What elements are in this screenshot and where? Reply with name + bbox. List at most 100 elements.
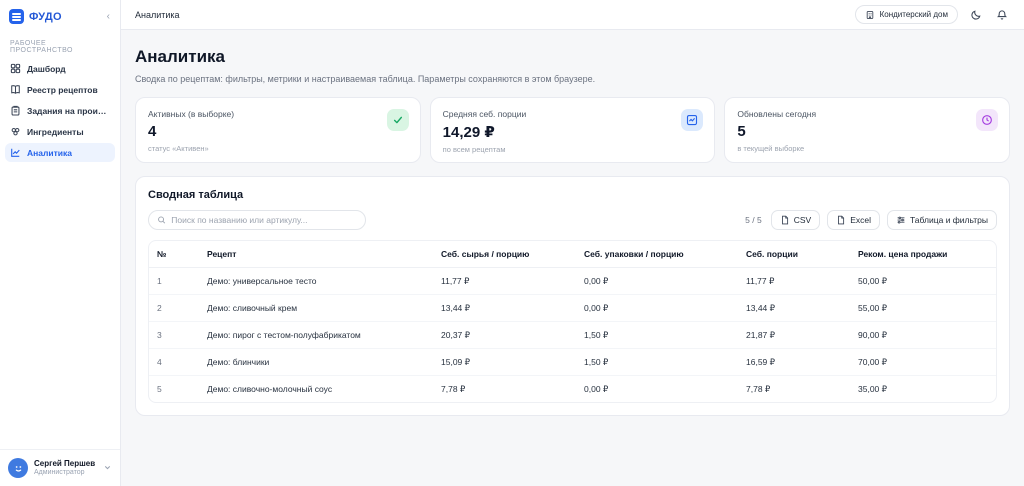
cell-rec-price: 50,00 ₽ — [850, 268, 997, 295]
clock-icon — [976, 109, 998, 131]
cell-portion-cost: 21,87 ₽ — [738, 322, 850, 349]
cell-recipe: Демо: универсальное тесто — [199, 268, 433, 295]
stat-value: 5 — [737, 123, 997, 140]
main-area: Аналитика Кондитерский дом Аналитика Сво… — [121, 0, 1024, 486]
moon-icon — [970, 9, 982, 21]
notifications-button[interactable] — [994, 7, 1010, 23]
sidebar-collapse-button[interactable]: ‹ — [106, 12, 111, 22]
row-count: 5 / 5 — [745, 215, 762, 225]
export-csv-button[interactable]: CSV — [771, 210, 820, 230]
cell-recipe: Демо: сливочно-молочный соус — [199, 376, 433, 403]
sidebar-item-label: Задания на производст... — [27, 106, 110, 116]
search-icon — [157, 215, 166, 225]
cell-pack-cost: 1,50 ₽ — [576, 349, 738, 376]
export-excel-button[interactable]: Excel — [827, 210, 880, 230]
analytics-chart-icon — [10, 147, 21, 158]
cell-portion-cost: 11,77 ₽ — [738, 268, 850, 295]
sidebar-item-production-tasks[interactable]: Задания на производст... — [5, 101, 115, 120]
sidebar-item-label: Ингредиенты — [27, 127, 84, 137]
ingredients-icon — [10, 126, 21, 137]
cell-pack-cost: 0,00 ₽ — [576, 295, 738, 322]
line-chart-icon — [681, 109, 703, 131]
table-filters-button[interactable]: Таблица и фильтры — [887, 210, 997, 230]
export-csv-label: CSV — [794, 215, 811, 225]
cell-rec-price: 35,00 ₽ — [850, 376, 997, 403]
sidebar-item-analytics[interactable]: Аналитика — [5, 143, 115, 162]
cell-rec-price: 70,00 ₽ — [850, 349, 997, 376]
cell-raw-cost: 13,44 ₽ — [433, 295, 576, 322]
table-filters-label: Таблица и фильтры — [910, 215, 988, 225]
building-icon — [865, 10, 875, 20]
column-header: Себ. упаковки / порцию — [576, 241, 738, 268]
recipes-book-icon — [10, 84, 21, 95]
cell-pack-cost: 0,00 ₽ — [576, 376, 738, 403]
cell-num: 1 — [149, 268, 199, 295]
column-header: Реком. цена продажи — [850, 241, 997, 268]
sidebar-nav: Дашборд Реестр рецептов Задания на произ… — [0, 59, 120, 162]
page-subtitle: Сводка по рецептам: фильтры, метрики и н… — [135, 74, 1010, 84]
cell-portion-cost: 16,59 ₽ — [738, 349, 850, 376]
stat-label: Средняя себ. порции — [443, 109, 703, 119]
page-content: Аналитика Сводка по рецептам: фильтры, м… — [121, 30, 1024, 486]
cell-portion-cost: 7,78 ₽ — [738, 376, 850, 403]
cell-raw-cost: 20,37 ₽ — [433, 322, 576, 349]
topbar: Аналитика Кондитерский дом — [121, 0, 1024, 30]
sliders-icon — [896, 215, 906, 225]
breadcrumb: Аналитика — [135, 10, 180, 20]
cell-num: 5 — [149, 376, 199, 403]
sidebar-item-ingredients[interactable]: Ингредиенты — [5, 122, 115, 141]
cell-num: 3 — [149, 322, 199, 349]
pivot-table-panel: Сводная таблица 5 / 5 CSV — [135, 176, 1010, 416]
cell-portion-cost: 13,44 ₽ — [738, 295, 850, 322]
cell-recipe: Демо: сливочный крем — [199, 295, 433, 322]
theme-toggle-button[interactable] — [968, 7, 984, 23]
cell-num: 4 — [149, 349, 199, 376]
stat-value: 4 — [148, 123, 408, 140]
column-header: Рецепт — [199, 241, 433, 268]
table-controls: 5 / 5 CSV Excel Таблица и фильтры — [148, 210, 997, 230]
page-title: Аналитика — [135, 47, 1010, 67]
dashboard-icon — [10, 63, 21, 74]
export-excel-label: Excel — [850, 215, 871, 225]
cell-num: 2 — [149, 295, 199, 322]
avatar — [8, 458, 28, 478]
stat-label: Активных (в выборке) — [148, 109, 408, 119]
data-table: № Рецепт Себ. сырья / порцию Себ. упаков… — [148, 240, 997, 403]
cell-pack-cost: 1,50 ₽ — [576, 322, 738, 349]
user-role: Администратор — [34, 469, 95, 478]
stat-card-active: Активных (в выборке) 4 статус «Активен» — [135, 97, 421, 163]
search-input[interactable] — [171, 215, 357, 225]
stat-label: Обновлены сегодня — [737, 109, 997, 119]
sidebar-section-label: РАБОЧЕЕ ПРОСТРАНСТВО — [0, 32, 120, 59]
cell-raw-cost: 15,09 ₽ — [433, 349, 576, 376]
cell-rec-price: 55,00 ₽ — [850, 295, 997, 322]
sidebar: ФУДО ‹ РАБОЧЕЕ ПРОСТРАНСТВО Дашборд Реес… — [0, 0, 121, 486]
stat-subtext: в текущей выборке — [737, 144, 997, 153]
stat-cards: Активных (в выборке) 4 статус «Активен» … — [135, 97, 1010, 163]
table-row: 3 Демо: пирог с тестом-полуфабрикатом 20… — [149, 322, 997, 349]
sidebar-item-label: Аналитика — [27, 148, 72, 158]
organization-button[interactable]: Кондитерский дом — [855, 5, 958, 24]
tasks-clipboard-icon — [10, 105, 21, 116]
stat-value: 14,29 ₽ — [443, 123, 703, 141]
column-header: Себ. порции — [738, 241, 850, 268]
table-row: 1 Демо: универсальное тесто 11,77 ₽ 0,00… — [149, 268, 997, 295]
sidebar-item-dashboard[interactable]: Дашборд — [5, 59, 115, 78]
app-logo-text: ФУДО — [29, 11, 62, 23]
cell-raw-cost: 11,77 ₽ — [433, 268, 576, 295]
app-logo-icon — [9, 9, 24, 24]
organization-label: Кондитерский дом — [880, 10, 948, 19]
user-menu[interactable]: Сергей Першев Администратор — [0, 449, 120, 486]
user-name: Сергей Першев — [34, 459, 95, 469]
cell-raw-cost: 7,78 ₽ — [433, 376, 576, 403]
column-header: № — [149, 241, 199, 268]
cell-recipe: Демо: пирог с тестом-полуфабрикатом — [199, 322, 433, 349]
table-row: 5 Демо: сливочно-молочный соус 7,78 ₽ 0,… — [149, 376, 997, 403]
cell-recipe: Демо: блинчики — [199, 349, 433, 376]
stat-subtext: по всем рецептам — [443, 145, 703, 154]
sidebar-item-recipes[interactable]: Реестр рецептов — [5, 80, 115, 99]
check-icon — [387, 109, 409, 131]
file-icon — [836, 215, 846, 225]
cell-pack-cost: 0,00 ₽ — [576, 268, 738, 295]
stat-subtext: статус «Активен» — [148, 144, 408, 153]
